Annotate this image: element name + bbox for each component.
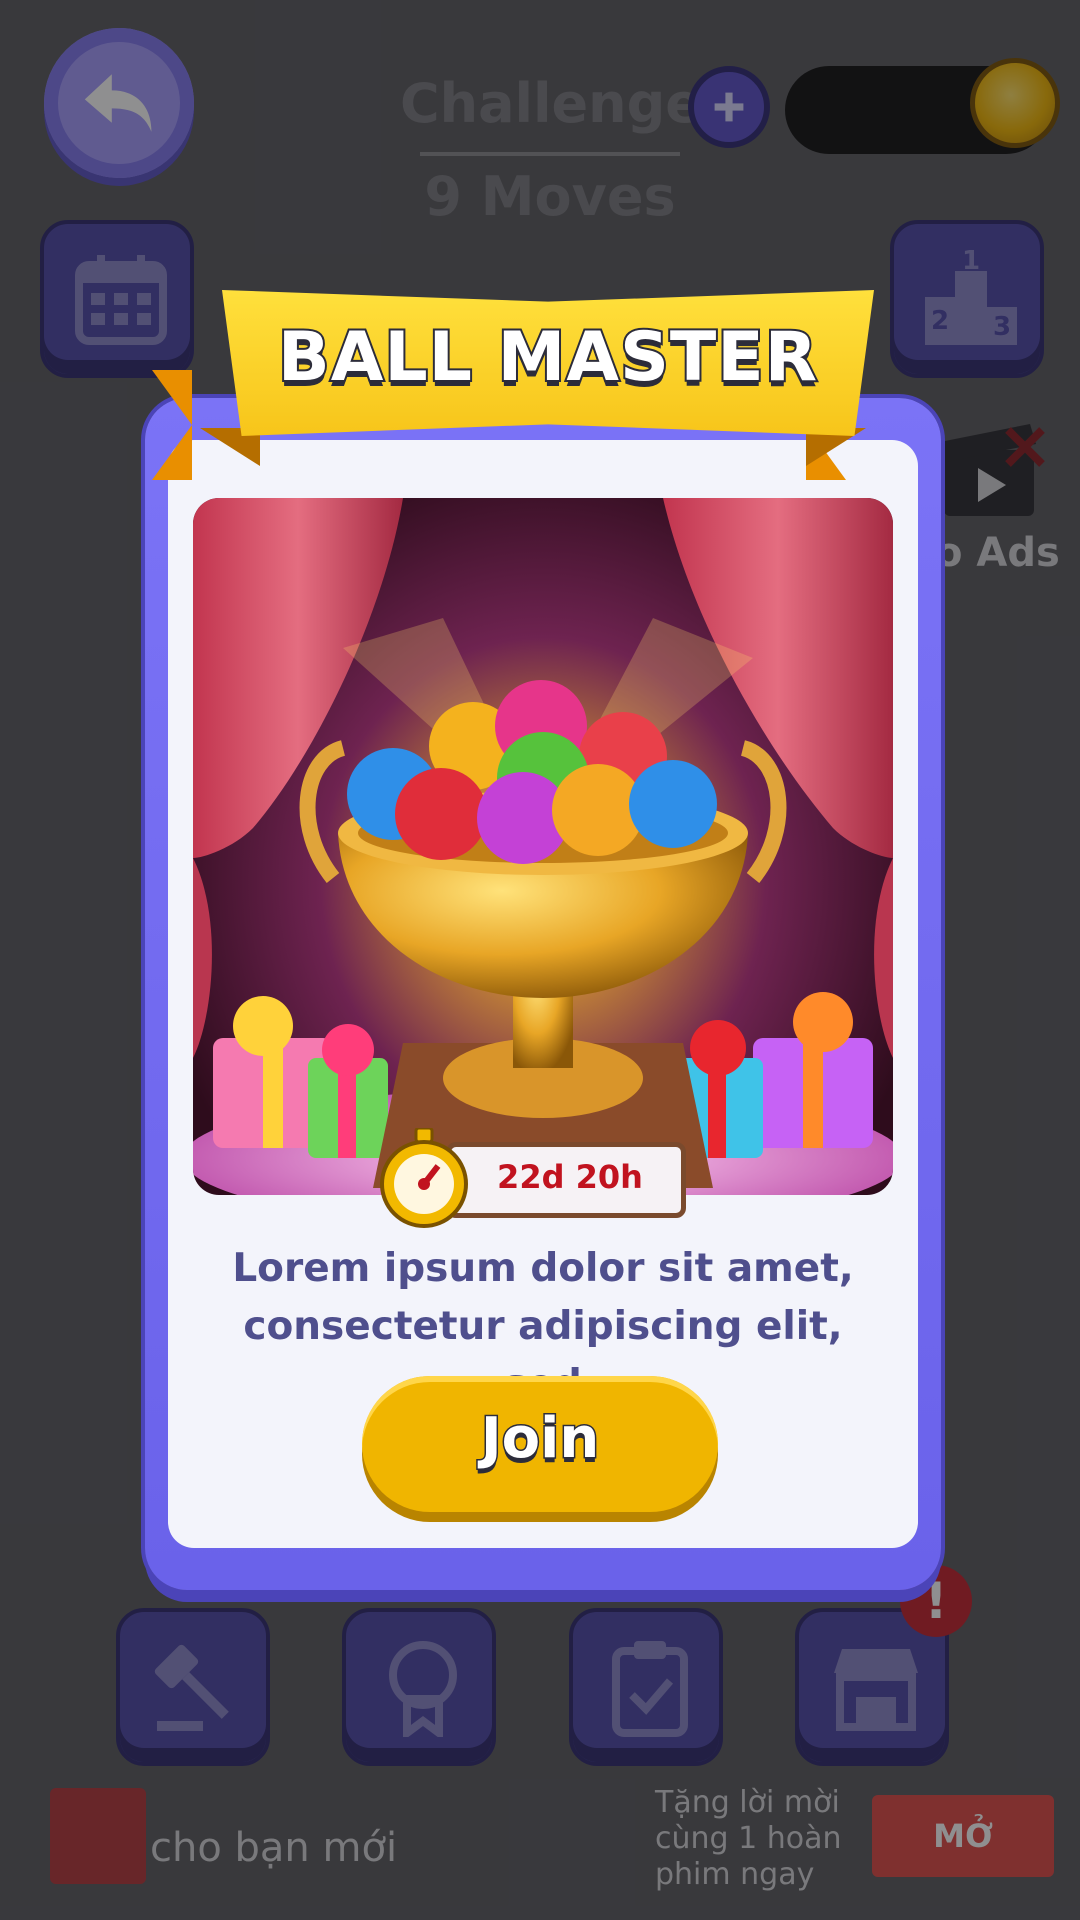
event-artwork: [193, 498, 893, 1195]
stopwatch-icon: [378, 1126, 470, 1228]
timer-text: 22d 20h: [497, 1158, 643, 1196]
ribbon-tail-left: [152, 370, 192, 480]
popup-title: BALL MASTER: [276, 316, 819, 399]
join-button-label: Join: [479, 1405, 600, 1473]
description-line-1: Lorem ipsum dolor sit amet,: [232, 1246, 854, 1291]
join-button[interactable]: Join: [362, 1376, 718, 1512]
